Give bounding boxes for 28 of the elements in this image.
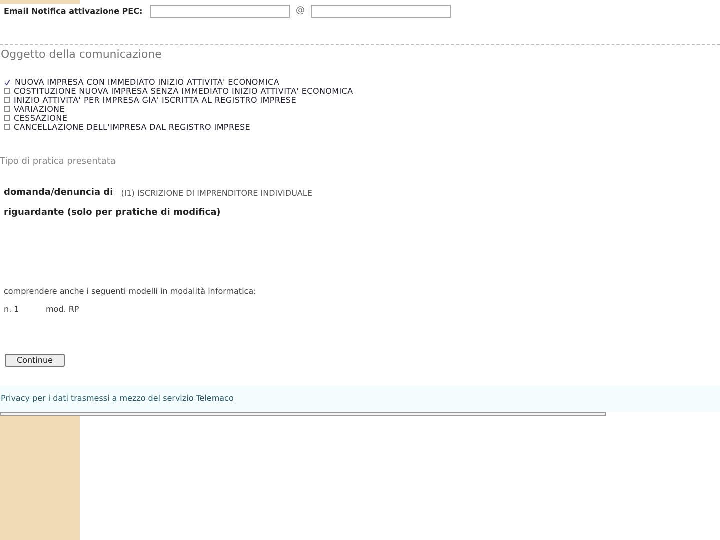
option-label: NUOVA IMPRESA CON IMMEDIATO INIZIO ATTIVITA' ECONOMICA	[15, 78, 280, 86]
email-label: Email Notifica attivazione PEC:	[4, 6, 144, 18]
checkbox[interactable]	[4, 78, 11, 86]
continue-button[interactable]: Continue	[5, 354, 65, 367]
email-domain-field[interactable]	[311, 5, 451, 18]
option-label: COSTITUZIONE NUOVA IMPRESA SENZA IMMEDIATO INIZIO ATTIVITA' ECONOMICA	[14, 86, 354, 96]
section-title: Tipo di pratica presentata	[0, 156, 117, 168]
option-label: INIZIO ATTIVITA' PER IMPRESA GIA' ISCRITTA AL REGISTRO IMPRESE	[14, 96, 296, 104]
at-sign: @	[296, 4, 305, 18]
checkbox[interactable]	[4, 115, 10, 121]
check-icon	[4, 78, 11, 86]
riguardante-label: riguardante (solo per pratiche di modifica)	[3, 206, 222, 220]
domanda-label: domanda/denuncia di	[4, 187, 114, 200]
option-label: VARIAZIONE	[14, 104, 65, 114]
privacy-link[interactable]: Privacy per i dati trasmessi a mezzo del servizio Telemaco	[1, 393, 234, 405]
checkbox[interactable]	[4, 106, 10, 112]
option-label: CANCELLAZIONE DELL'IMPRESA DAL REGISTRO IMPRESE	[14, 122, 251, 132]
section-title: Oggetto della comunicazione	[0, 47, 163, 63]
modello-name: mod. RP	[46, 304, 80, 316]
modello-count: n. 1	[4, 304, 20, 316]
option-label: CESSAZIONE	[14, 114, 68, 122]
domanda-value: (I1) ISCRIZIONE DI IMPRENDITORE INDIVIDUALE	[121, 188, 312, 200]
checkbox[interactable]	[4, 124, 10, 130]
modelli-text: comprendere anche i seguenti modelli in modalità informatica:	[3, 286, 258, 298]
scrollbar[interactable]	[0, 412, 606, 416]
email-field[interactable]	[150, 5, 290, 18]
checkbox[interactable]	[4, 97, 10, 103]
checkbox[interactable]	[4, 88, 10, 94]
